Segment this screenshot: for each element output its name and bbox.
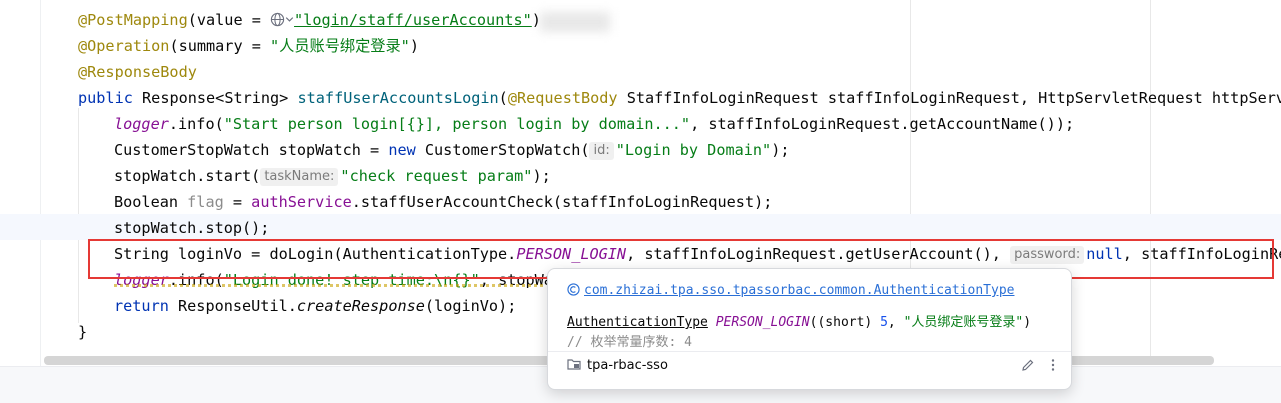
code-line-stopwatch-new[interactable]: CustomerStopWatch stopWatch = new Custom…: [114, 137, 789, 163]
globe-icon[interactable]: [270, 12, 285, 27]
code-line-return[interactable]: return ResponseUtil.createResponse(login…: [114, 293, 516, 319]
parameter-hint: id:: [589, 142, 614, 160]
code-line-method-signature[interactable]: public Response<String> staffUserAccount…: [78, 85, 1281, 111]
ordinal-comment: // 枚举常量序数: 4: [567, 335, 692, 350]
right-margin-guide: [1150, 0, 1151, 356]
more-vertical-icon[interactable]: [1048, 357, 1058, 373]
code-line-logger-start[interactable]: logger.info("Start person login[{}], per…: [114, 111, 1074, 137]
type-link[interactable]: AuthenticationType: [567, 315, 708, 330]
package-link[interactable]: com.zhizai.tpa.sso.tpassorbac.common.Aut…: [567, 283, 1014, 298]
module-label[interactable]: tpa-rbac-sso: [567, 357, 668, 375]
parameter-hint: taskName:: [260, 168, 339, 186]
code-line-flag[interactable]: Boolean flag = authService.staffUserAcco…: [114, 189, 772, 215]
enum-signature: AuthenticationType PERSON_LOGIN((short) …: [567, 315, 1032, 330]
annotation: @PostMapping: [78, 11, 188, 29]
code-line-stopwatch-start[interactable]: stopWatch.start(taskName: "check request …: [114, 163, 551, 189]
class-icon: [567, 283, 580, 296]
code-line-close-brace[interactable]: }: [78, 319, 87, 345]
folder-icon: [567, 359, 581, 370]
code-line-postmapping[interactable]: @PostMapping(value = "login/staff/userAc…: [78, 7, 541, 33]
annotation: @ResponseBody: [78, 63, 197, 81]
string-literal[interactable]: "login/staff/userAccounts": [294, 11, 532, 29]
gutter-divider: [40, 0, 41, 366]
edit-icon[interactable]: [1020, 357, 1036, 373]
quick-documentation-popup[interactable]: com.zhizai.tpa.sso.tpassorbac.common.Aut…: [547, 268, 1072, 390]
string-literal: "人员账号绑定登录": [270, 37, 410, 55]
warning-underline: [114, 284, 544, 287]
package-name[interactable]: com.zhizai.tpa.sso.tpassorbac.common.Aut…: [584, 283, 1014, 298]
popup-divider: [548, 351, 1071, 352]
code-line-stopwatch-stop[interactable]: stopWatch.stop();: [114, 215, 269, 241]
blurred-region: [540, 12, 610, 32]
chevron-down-icon[interactable]: [285, 12, 294, 27]
code-line-responsebody[interactable]: @ResponseBody: [78, 59, 197, 85]
annotation: @Operation: [78, 37, 170, 55]
method-name: staffUserAccountsLogin: [297, 89, 499, 107]
code-line-operation[interactable]: @Operation(summary = "人员账号绑定登录"): [78, 33, 419, 59]
